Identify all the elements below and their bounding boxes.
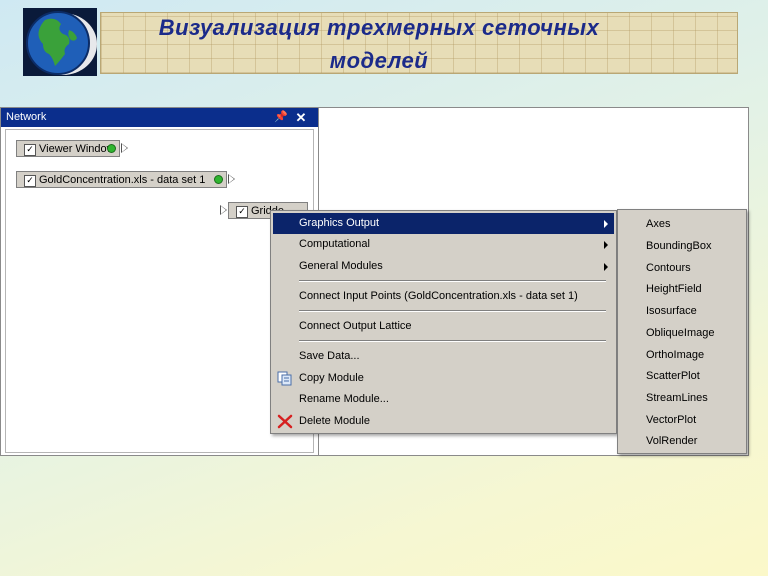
menu-item-delete-module[interactable]: Delete Module <box>273 411 614 432</box>
module-enable-checkbox[interactable]: ✓ <box>24 175 36 187</box>
module-label: GoldConcentration.xls - data set 1 <box>39 174 206 186</box>
module-label: Viewer Window <box>39 143 115 155</box>
copy-icon <box>277 371 292 386</box>
module-enable-checkbox[interactable]: ✓ <box>236 206 248 218</box>
network-panel-title: Network <box>6 111 47 123</box>
close-icon[interactable]: ✕ <box>294 108 308 127</box>
submenu-item-scatterplot[interactable]: ScatterPlot <box>620 365 744 387</box>
delete-x-icon <box>277 414 293 429</box>
module-context-menu: Graphics Output Computational General Mo… <box>270 210 617 434</box>
menu-separator <box>299 340 606 342</box>
network-panel-titlebar: Network 📌 ✕ <box>1 108 318 127</box>
submenu-item-isosurface[interactable]: Isosurface <box>620 300 744 322</box>
menu-item-label: Computational <box>299 238 370 250</box>
submenu-item-boundingbox[interactable]: BoundingBox <box>620 235 744 257</box>
module-viewer-window[interactable]: ✓ Viewer Window <box>16 140 120 157</box>
menu-separator <box>299 310 606 312</box>
module-enable-checkbox[interactable]: ✓ <box>24 144 36 156</box>
menu-separator <box>299 280 606 282</box>
submenu-arrow-icon <box>604 263 608 271</box>
submenu-item-obliqueimage[interactable]: ObliqueImage <box>620 322 744 344</box>
graphics-output-submenu: Axes BoundingBox Contours HeightField Is… <box>617 209 747 454</box>
input-port-icon[interactable] <box>220 205 227 215</box>
slide-title-line-1: Визуализация трехмерных сеточных <box>158 15 600 40</box>
submenu-arrow-icon <box>604 241 608 249</box>
submenu-arrow-icon <box>604 220 608 228</box>
menu-item-label: Connect Input Points (GoldConcentration.… <box>299 290 578 302</box>
menu-item-label: Rename Module... <box>299 393 389 405</box>
submenu-item-streamlines[interactable]: StreamLines <box>620 387 744 409</box>
menu-item-label: Delete Module <box>299 415 370 427</box>
submenu-item-vectorplot[interactable]: VectorPlot <box>620 409 744 431</box>
menu-item-rename-module[interactable]: Rename Module... <box>273 389 614 410</box>
menu-item-label: Copy Module <box>299 372 364 384</box>
menu-item-computational[interactable]: Computational <box>273 234 614 255</box>
submenu-item-orthoimage[interactable]: OrthoImage <box>620 344 744 366</box>
menu-item-graphics-output[interactable]: Graphics Output <box>273 213 614 234</box>
status-dot-icon <box>214 175 223 184</box>
menu-item-label: Save Data... <box>299 350 360 362</box>
menu-item-label: Graphics Output <box>299 217 380 229</box>
pin-icon[interactable]: 📌 <box>274 108 288 127</box>
menu-item-connect-output-lattice[interactable]: Connect Output Lattice <box>273 316 614 337</box>
menu-item-general-modules[interactable]: General Modules <box>273 256 614 277</box>
menu-item-label: Connect Output Lattice <box>299 320 412 332</box>
menu-item-save-data[interactable]: Save Data... <box>273 346 614 367</box>
output-port-icon[interactable] <box>121 143 128 153</box>
output-port-icon[interactable] <box>228 174 235 184</box>
status-dot-icon <box>107 144 116 153</box>
menu-item-copy-module[interactable]: Copy Module <box>273 368 614 389</box>
submenu-item-volrender[interactable]: VolRender <box>620 430 744 452</box>
submenu-item-heightfield[interactable]: HeightField <box>620 278 744 300</box>
network-canvas[interactable]: ✓ Viewer Window ✓ GoldConcentration.xls … <box>5 129 314 453</box>
module-goldconcentration[interactable]: ✓ GoldConcentration.xls - data set 1 <box>16 171 227 188</box>
submenu-item-contours[interactable]: Contours <box>620 257 744 279</box>
menu-item-label: General Modules <box>299 260 383 272</box>
submenu-item-axes[interactable]: Axes <box>620 213 744 235</box>
slide-title-line-2: моделей <box>329 48 429 73</box>
menu-item-connect-input-points[interactable]: Connect Input Points (GoldConcentration.… <box>273 286 614 307</box>
title-banner: Визуализация трехмерных сеточных моделей <box>100 12 738 74</box>
